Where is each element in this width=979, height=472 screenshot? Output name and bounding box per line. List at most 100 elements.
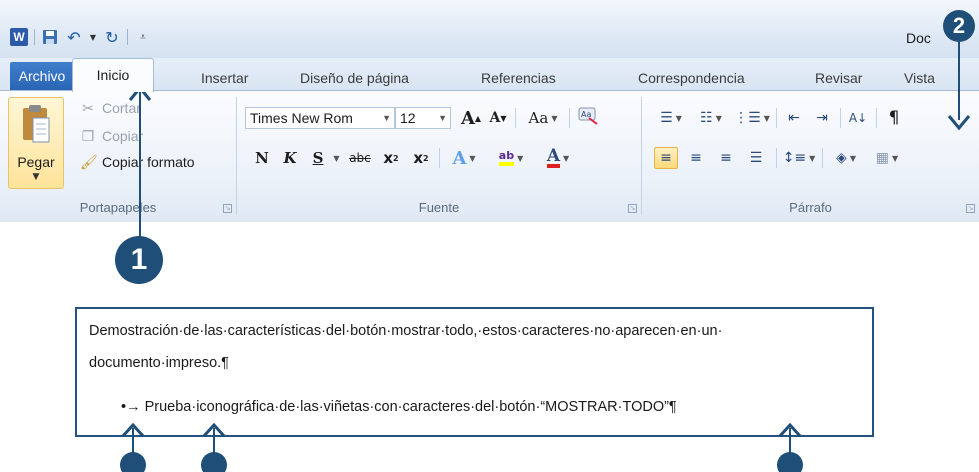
ribbon: Pegar ▼ ✂ Cortar ❐ Copiar 🖌 Copiar forma… [0,90,979,222]
paragraph-group: ☰ ▼ ☷ ▼ ⋮☰ ▼ ⇤ ⇥ A↓ ¶ ≡ ≡ ≡ ☰ ↕≡ ▼ ◈ ▼ ▦… [642,91,979,219]
font-group-label: Fuente [418,200,460,215]
text-effects-icon: A [452,147,467,169]
paragraph-launcher-icon[interactable]: ↘ [966,204,975,213]
paste-button[interactable]: Pegar ▼ [8,97,64,189]
text-effects-button[interactable]: A ▼ [445,147,483,169]
font-name-value: Times New Rom [250,110,353,126]
toolbar-separator [569,108,570,128]
font-color-button[interactable]: A ▼ [539,147,577,169]
redo-icon[interactable]: ↻ [103,28,121,47]
word-icon[interactable]: W [10,28,28,46]
tab-revisar[interactable]: Revisar [815,66,862,90]
toolbar-separator [876,108,877,128]
increase-indent-button[interactable]: ⇥ [810,107,834,129]
shrink-font-icon: A [489,110,501,126]
superscript-button[interactable]: x2 [409,147,433,169]
undo-dropdown-icon[interactable]: ▼ [89,28,97,46]
tab-pointer-line [213,428,215,454]
tab-referencias[interactable]: Referencias [481,66,556,90]
save-icon[interactable] [41,28,59,46]
copy-button[interactable]: ❐ Copiar [80,125,144,147]
align-right-button[interactable]: ≡ [714,147,738,169]
grow-font-icon: A [460,107,475,129]
bullets-icon: ☰ [660,110,673,126]
document-bullet-line: •→ Prueba·iconográfica·de·las·viñetas·co… [121,399,677,415]
clear-formatting-button[interactable]: Aa [575,105,601,127]
sort-icon: A↓ [848,111,868,125]
font-name-combo[interactable]: Times New Rom ▼ [245,107,395,129]
paste-icon [23,105,50,143]
borders-button[interactable]: ▦ ▼ [870,147,904,169]
document-line-1: Demostración·de·las·características·del·… [89,323,723,339]
clipboard-launcher-icon[interactable]: ↘ [223,204,232,213]
paste-dropdown-icon[interactable]: ▼ [9,172,63,182]
pilcrow-icon: ¶ [888,108,900,128]
tab-pointer-dot [201,452,227,472]
justify-button[interactable]: ☰ [744,147,768,169]
bullet-pointer-dot [120,452,146,472]
tab-insertar[interactable]: Insertar [201,66,248,90]
subscript-icon: x [383,149,394,167]
align-center-button[interactable]: ≡ [684,147,708,169]
pilcrow-pointer-dot [777,452,803,472]
grow-font-button[interactable]: A ▲ [459,107,483,129]
sort-button[interactable]: A↓ [846,107,870,129]
shrink-font-button[interactable]: A ▼ [487,107,509,129]
callout-badge-2: 2 [943,10,975,42]
copy-label: Copiar [102,128,144,144]
tab-diseno-de-pagina[interactable]: Diseño de página [300,66,409,90]
toolbar-separator [439,148,440,168]
align-left-button[interactable]: ≡ [654,147,678,169]
callout-arrow-2 [958,40,960,120]
tab-correspondencia[interactable]: Correspondencia [638,66,745,90]
title-bar: W ↶ ▼ ↻ ⩡ Doc [0,0,979,58]
underline-dropdown[interactable]: ▼ [329,147,341,169]
bold-button[interactable]: N [251,147,273,169]
numbering-button[interactable]: ☷ ▼ [694,107,728,129]
toolbar-separator [822,148,823,168]
font-group: Times New Rom ▼ 12 ▼ A ▲ A ▼ Aa ▼ Aa N K… [237,91,641,219]
line-spacing-icon: ↕≡ [782,150,807,166]
highlight-button[interactable]: ab ▼ [489,147,533,169]
change-case-icon: Aa [528,109,549,127]
paintbrush-icon: 🖌 [80,153,98,170]
font-color-icon: A [546,146,561,168]
italic-button[interactable]: K [279,147,301,169]
scissors-icon: ✂ [82,99,94,116]
strikethrough-button[interactable]: abc [345,147,375,169]
callout-arrow-1 [139,88,141,238]
show-all-button[interactable]: ¶ [882,107,906,129]
clear-formatting-icon: Aa [578,107,598,125]
decrease-indent-button[interactable]: ⇤ [782,107,806,129]
subscript-button[interactable]: x2 [379,147,403,169]
tab-vista[interactable]: Vista [904,66,935,90]
font-launcher-icon[interactable]: ↘ [628,204,637,213]
toolbar-separator [776,148,777,168]
toolbar-separator [776,108,777,128]
change-case-button[interactable]: Aa ▼ [523,107,563,129]
undo-icon[interactable]: ↶ [65,28,83,47]
format-painter-button[interactable]: 🖌 Copiar formato [80,151,195,173]
clipboard-group: Pegar ▼ ✂ Cortar ❐ Copiar 🖌 Copiar forma… [0,91,236,219]
document-preview: Demostración·de·las·características·del·… [75,307,874,437]
shading-button[interactable]: ◈ ▼ [828,147,864,169]
tab-archivo[interactable]: Archivo [10,62,74,90]
bold-icon: N [255,149,269,167]
align-left-icon: ≡ [660,150,672,166]
multilevel-list-button[interactable]: ⋮☰ ▼ [734,107,770,129]
callout-badge-1: 1 [115,236,163,284]
tab-inicio[interactable]: Inicio [72,58,154,92]
customize-qat-icon[interactable]: ⩡ [134,28,152,46]
toolbar-separator [515,108,516,128]
numbering-icon: ☷ [700,110,713,126]
underline-button[interactable]: S [307,147,329,169]
qat-separator [127,29,128,45]
bullets-button[interactable]: ☰ ▼ [654,107,688,129]
clipboard-group-label: Portapapeles [79,200,157,215]
multilevel-list-icon: ⋮☰ [734,110,761,126]
font-size-combo[interactable]: 12 ▼ [395,107,451,129]
arrow-down-icon [947,115,971,131]
decrease-indent-icon: ⇤ [788,110,800,126]
document-line-2: documento·impreso.¶ [89,355,229,371]
line-spacing-button[interactable]: ↕≡ ▼ [782,147,816,169]
